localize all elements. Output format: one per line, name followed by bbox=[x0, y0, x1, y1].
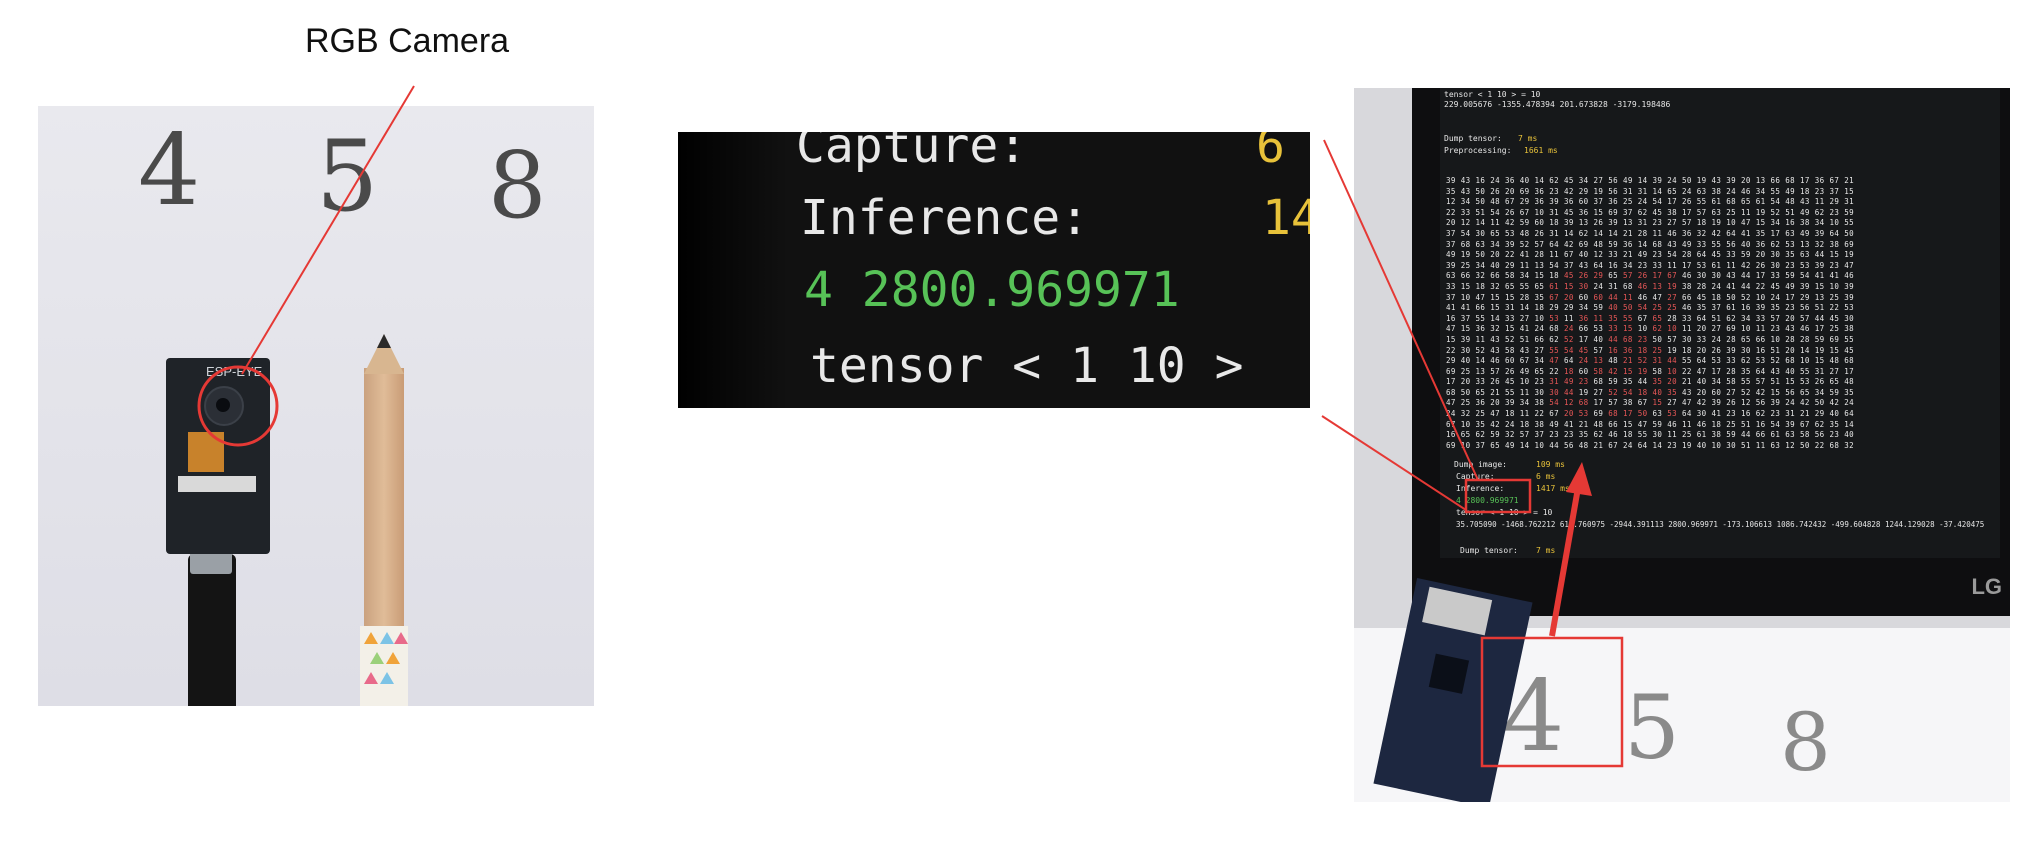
inset-link-line-top bbox=[1323, 139, 1479, 481]
result-highlight-box bbox=[1464, 478, 1532, 514]
camera-highlight-circle bbox=[197, 365, 279, 447]
title-callout-line bbox=[241, 85, 415, 375]
inset-link-line-bottom bbox=[1321, 415, 1467, 511]
detection-arrow-shaft bbox=[1549, 487, 1581, 637]
digit-highlight-box bbox=[1480, 636, 1624, 768]
annotation-overlay bbox=[197, 85, 1624, 768]
detection-arrow-head bbox=[1566, 462, 1592, 496]
